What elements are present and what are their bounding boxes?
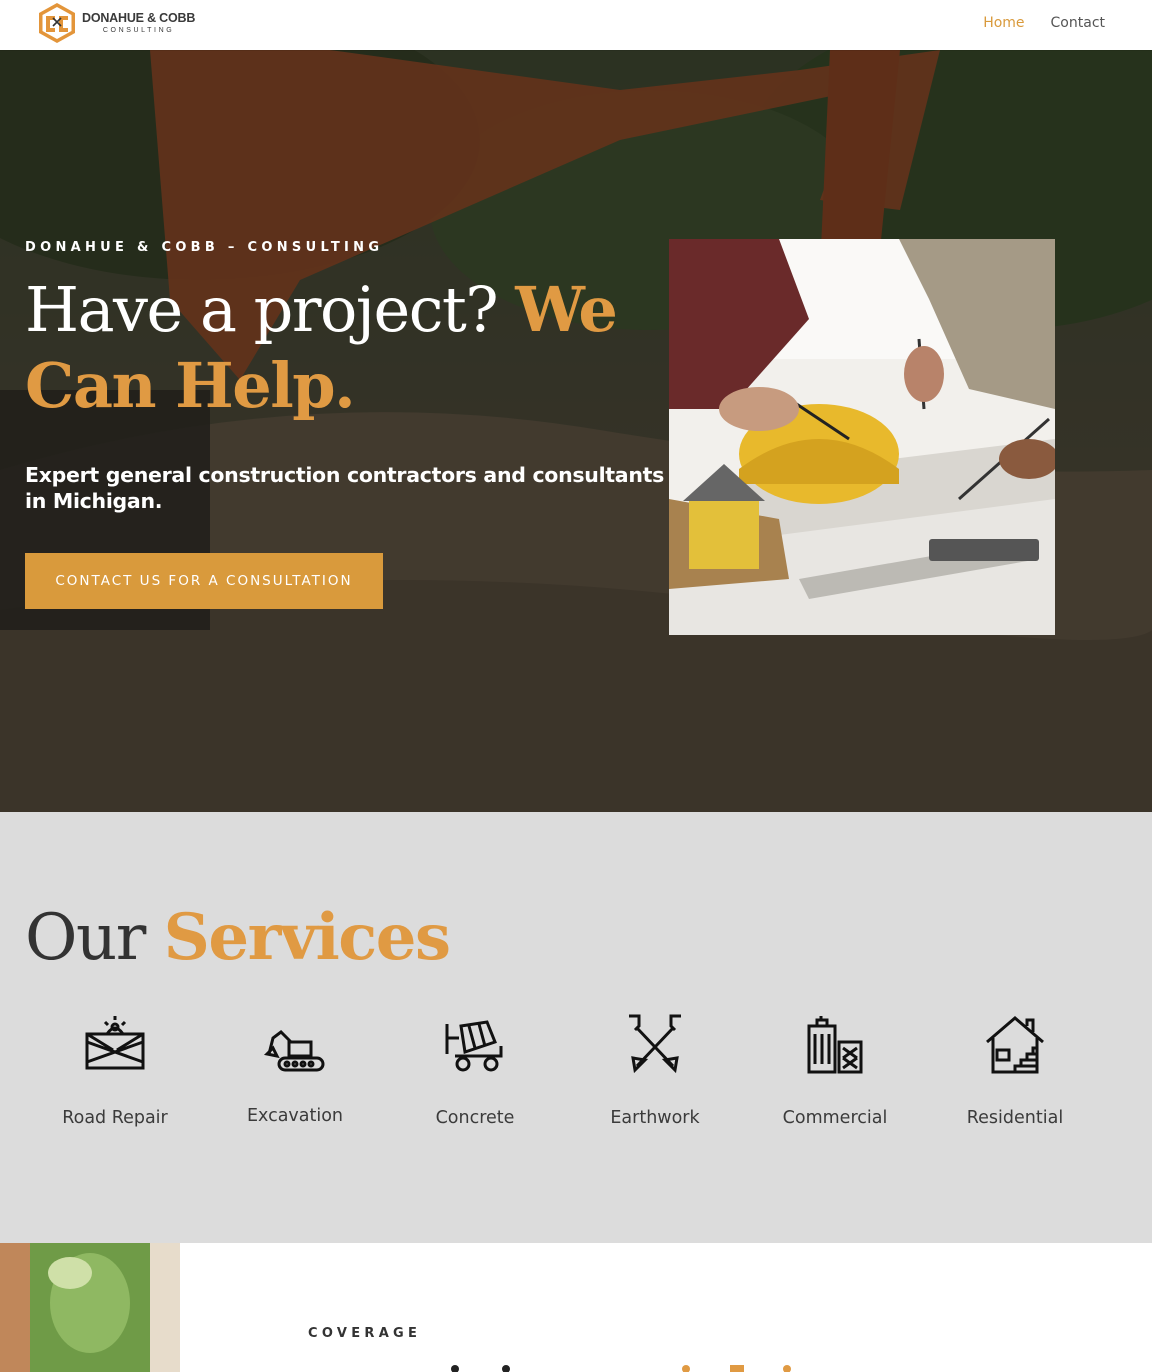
coverage-heading-cutoff bbox=[451, 1365, 791, 1372]
logo-hexagon-icon bbox=[39, 3, 75, 43]
service-excavation[interactable]: Excavation bbox=[205, 1012, 385, 1126]
buildings-icon bbox=[807, 1016, 863, 1074]
service-road-repair[interactable]: Road Repair bbox=[25, 1012, 205, 1128]
service-earthwork[interactable]: Earthwork bbox=[565, 1012, 745, 1128]
contact-consultation-button[interactable]: CONTACT US FOR A CONSULTATION bbox=[25, 553, 383, 609]
service-concrete[interactable]: Concrete bbox=[385, 1012, 565, 1128]
service-label: Commercial bbox=[782, 1108, 888, 1128]
hero-eyebrow: DONAHUE & COBB – CONSULTING bbox=[25, 240, 384, 255]
main-nav: Home Contact bbox=[983, 15, 1105, 31]
service-residential[interactable]: Residential bbox=[925, 1012, 1105, 1128]
hero-photo bbox=[669, 239, 1055, 635]
service-label: Earthwork bbox=[610, 1108, 700, 1128]
service-label: Road Repair bbox=[62, 1108, 168, 1128]
service-label: Residential bbox=[966, 1108, 1064, 1128]
coverage-photo-illustration bbox=[0, 1243, 180, 1372]
hero-title: Have a project? We Can Help. bbox=[25, 272, 655, 424]
services-title-accent: Services bbox=[163, 900, 451, 975]
nav-home-link[interactable]: Home bbox=[983, 15, 1024, 31]
cement-mixer-icon bbox=[445, 1020, 503, 1072]
hero-subtitle: Expert general construction contractors … bbox=[25, 463, 665, 513]
crossed-shovels-icon bbox=[629, 1014, 681, 1074]
road-barrier-icon bbox=[85, 1016, 145, 1070]
house-icon bbox=[986, 1016, 1044, 1074]
coverage-photo bbox=[0, 1243, 180, 1372]
hero-photo-illustration bbox=[669, 239, 1055, 635]
hero-section: DONAHUE & COBB – CONSULTING Have a proje… bbox=[0, 50, 1152, 812]
coverage-eyebrow: COVERAGE bbox=[308, 1326, 422, 1341]
coverage-section: COVERAGE bbox=[0, 1243, 1152, 1372]
logo-subtitle: CONSULTING bbox=[102, 26, 175, 34]
excavator-icon bbox=[263, 1030, 325, 1072]
service-label: Excavation bbox=[246, 1106, 344, 1126]
services-title-plain: Our bbox=[25, 901, 164, 975]
nav-contact-link[interactable]: Contact bbox=[1051, 15, 1105, 31]
services-section: Our Services Road Repair Excavation Conc… bbox=[0, 812, 1152, 1243]
site-logo[interactable]: DONAHUE & COBB CONSULTING bbox=[36, 2, 196, 44]
service-commercial[interactable]: Commercial bbox=[745, 1012, 925, 1128]
hero-title-plain: Have a project? bbox=[25, 273, 516, 346]
service-label: Concrete bbox=[435, 1108, 515, 1128]
services-title: Our Services bbox=[25, 900, 451, 976]
logo-name: DONAHUE & COBB bbox=[82, 11, 196, 26]
site-header: DONAHUE & COBB CONSULTING Home Contact bbox=[0, 0, 1152, 50]
